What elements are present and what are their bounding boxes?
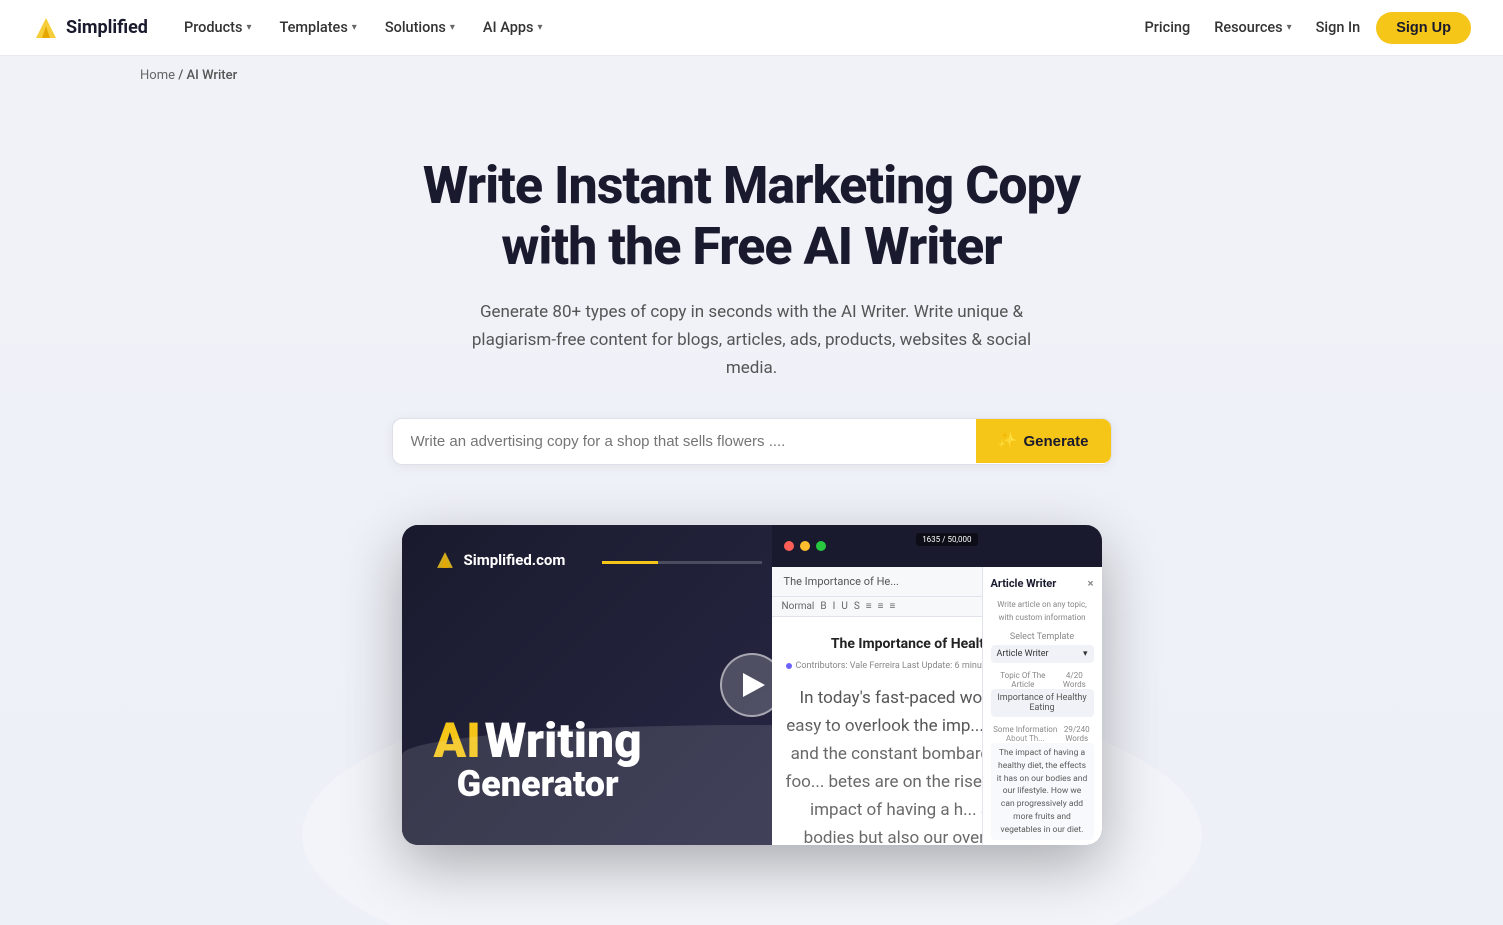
nav-resources[interactable]: Resources ▾ [1206,11,1299,44]
editor-doc-title: The Importance of He... [784,575,899,588]
meta-dot [786,663,792,669]
nav-item-products[interactable]: Products ▾ [172,11,264,44]
video-dark-area: Simplified.com AI Writing Generator [402,525,1102,845]
chevron-down-icon: ▾ [246,22,251,33]
editor-top-bar [772,525,1102,567]
video-logo: Simplified.com [434,549,566,571]
nav-item-solutions[interactable]: Solutions ▾ [373,11,467,44]
panel-close-icon[interactable]: × [1088,577,1094,590]
breadcrumb: Home / AI Writer [0,56,1503,95]
progress-bar [602,561,762,564]
video-logo-text: Simplified.com [464,551,566,569]
generate-button[interactable]: ✨ Generate [976,419,1111,463]
topic-count: 4/20 Words [1055,671,1093,689]
panel-subtitle: Write article on any topic, with custom … [991,598,1094,624]
breadcrumb-current: AI Writer [187,68,238,83]
video-container: Simplified.com AI Writing Generator [402,525,1102,845]
logo-text: Simplified [66,17,148,38]
hero-subtitle: Generate 80+ types of copy in seconds wi… [472,298,1032,382]
video-section: Simplified.com AI Writing Generator [20,525,1483,885]
logo-icon [32,14,60,42]
word-count-badge: 1635 / 50,000 [916,533,977,546]
topic-input[interactable]: Importance of Healthy Eating [991,689,1094,717]
nav-signin[interactable]: Sign In [1316,19,1361,36]
chevron-down-icon: ▾ [1083,649,1088,659]
info-count: 29/240 Words [1060,725,1094,743]
topic-section: Topic Of The Article 4/20 Words Importan… [991,671,1094,717]
magic-icon: ✨ [998,431,1018,451]
curved-decoration [402,725,1102,845]
progress-fill [602,561,658,564]
panel-title-row: Article Writer × [991,577,1094,590]
hero-section: Write Instant Marketing Copy with the Fr… [0,95,1503,925]
topic-counter-row: Topic Of The Article 4/20 Words [991,671,1094,689]
logo-link[interactable]: Simplified [32,14,148,42]
nav-right: Pricing Resources ▾ Sign In Sign Up [1145,11,1471,44]
nav-item-ai-apps[interactable]: AI Apps ▾ [471,11,555,44]
template-select[interactable]: Article Writer ▾ [991,645,1094,663]
video-logo-icon [434,549,456,571]
signup-button[interactable]: Sign Up [1376,12,1471,44]
chevron-down-icon: ▾ [450,22,455,33]
breadcrumb-home[interactable]: Home [140,68,175,83]
template-label: Select Template [991,632,1094,642]
search-input[interactable] [393,419,976,464]
panel-title: Article Writer [991,577,1057,590]
search-bar: ✨ Generate [392,418,1112,465]
nav-pricing[interactable]: Pricing [1145,19,1191,36]
generate-label: Generate [1023,433,1088,450]
search-bar-wrapper: ✨ Generate [20,418,1483,465]
navbar: Simplified Products ▾ Templates ▾ Soluti… [0,0,1503,56]
window-maximize-dot [816,541,826,551]
chevron-down-icon: ▾ [537,22,542,33]
window-minimize-dot [800,541,810,551]
chevron-down-icon: ▾ [352,22,357,33]
play-icon [743,673,765,697]
chevron-down-icon: ▾ [1287,22,1292,33]
window-close-dot [784,541,794,551]
template-section: Select Template Article Writer ▾ [991,632,1094,663]
breadcrumb-separator: / [178,68,186,83]
topic-label: Topic Of The Article [991,671,1056,689]
nav-links: Products ▾ Templates ▾ Solutions ▾ AI Ap… [172,11,1145,44]
hero-title: Write Instant Marketing Copy with the Fr… [372,155,1132,278]
nav-item-templates[interactable]: Templates ▾ [268,11,369,44]
